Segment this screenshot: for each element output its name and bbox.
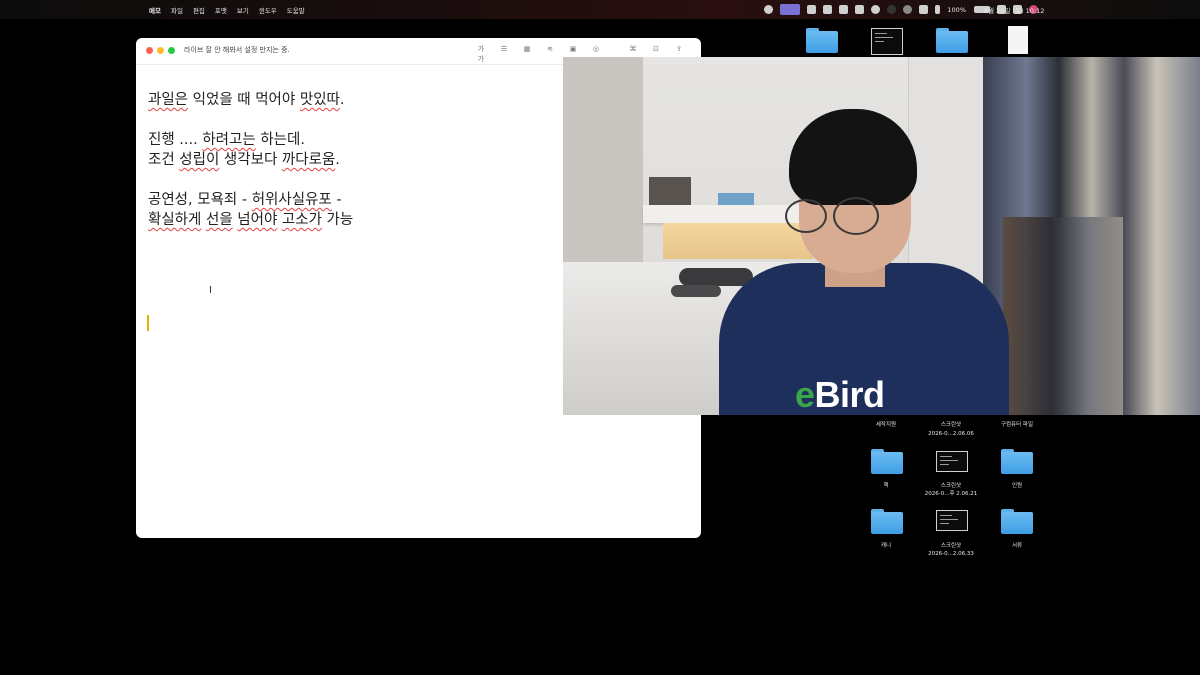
- bluetooth-icon[interactable]: [935, 5, 941, 14]
- menu-edit[interactable]: 편집: [193, 5, 205, 15]
- document-icon[interactable]: [1008, 26, 1028, 54]
- minimize-button[interactable]: [157, 47, 164, 54]
- collab-icon[interactable]: ◎: [591, 44, 601, 54]
- folder-icon[interactable]: [936, 28, 968, 53]
- menu-file[interactable]: 파일: [171, 5, 183, 15]
- notion-icon[interactable]: [823, 5, 833, 14]
- folder-icon[interactable]: [871, 449, 903, 474]
- menu-help[interactable]: 도움말: [287, 5, 305, 15]
- note-line-4: 공연성, 모욕죄 - 허위사실유포 -: [148, 192, 342, 208]
- keyboard-icon[interactable]: [919, 5, 929, 14]
- share-link-icon[interactable]: ⌘: [628, 44, 638, 54]
- screenshot-thumbnail-icon[interactable]: [871, 28, 903, 55]
- note-body[interactable]: 과일은 익었을 때 먹어야 맛있따. 진행 .... 하려고는 하는데. 조건 …: [148, 90, 353, 230]
- folder-icon[interactable]: [806, 28, 838, 53]
- battery-percent: 100%: [947, 5, 966, 14]
- media-icon[interactable]: ▣: [568, 44, 578, 54]
- table-icon[interactable]: ▦: [522, 44, 532, 54]
- audio-icon[interactable]: ≋: [545, 44, 555, 54]
- desktop-label[interactable]: 2026-0...2.06.33: [911, 550, 991, 558]
- font-format-button[interactable]: 가가: [476, 44, 486, 63]
- screenshot-thumbnail-icon[interactable]: [936, 510, 968, 531]
- ibeam-cursor-icon: I: [209, 285, 212, 296]
- moon-icon[interactable]: [903, 5, 913, 14]
- menu-view[interactable]: 보기: [237, 5, 249, 15]
- checklist-icon[interactable]: ☰: [499, 44, 509, 54]
- lock-icon[interactable]: ⊡: [651, 44, 661, 54]
- note-line-5: 확실하게 선을 넘어야 고소가 가능: [148, 212, 354, 228]
- close-button[interactable]: [146, 47, 153, 54]
- text-caret: [147, 315, 149, 331]
- desktop-label[interactable]: 서류: [977, 542, 1057, 550]
- notes-toolbar: 가가 ☰ ▦ ≋ ▣ ◎ ⌘ ⊡ ⇪: [476, 44, 697, 63]
- menu-bar: 메모 파일 편집 포맷 보기 윈도우 도움말 100% 8월 20일 (목) 1…: [0, 0, 1200, 19]
- cloud-icon[interactable]: [807, 5, 817, 14]
- desktop-label[interactable]: 2026-0...2.06.06: [911, 430, 991, 438]
- note-line-1-text: 과일은 익었을 때 먹어야 맛있따.: [148, 92, 345, 108]
- menu-clock[interactable]: 8월 20일 (목) 10:12: [984, 0, 1044, 19]
- menu-format[interactable]: 포맷: [215, 5, 227, 15]
- compass-icon[interactable]: [871, 5, 881, 14]
- note-line-1: 과일은 익었을 때 먹어야 맛있따.: [148, 90, 353, 110]
- menu-app-name[interactable]: 메모: [149, 5, 161, 15]
- screen-record-icon[interactable]: [780, 4, 801, 15]
- menu-bar-left: 메모 파일 편집 포맷 보기 윈도우 도움말: [139, 0, 315, 19]
- folder-icon[interactable]: [1001, 509, 1033, 534]
- pen-icon[interactable]: [855, 5, 865, 14]
- app-icon[interactable]: [839, 5, 849, 14]
- folder-icon[interactable]: [871, 509, 903, 534]
- share-icon[interactable]: ⇪: [674, 44, 684, 54]
- note-line-3: 조건 성립이 생각보다 까다로움.: [148, 152, 340, 168]
- screenshot-thumbnail-icon[interactable]: [936, 451, 968, 472]
- shirt-logo-text: eBird: [795, 374, 885, 415]
- focus-icon[interactable]: [887, 5, 897, 14]
- webcam-overlay: eBird: [563, 57, 1200, 415]
- note-title: 라이브 잘 안 해봐서 설정 만지는 중.: [184, 46, 290, 54]
- note-line-2: 진행 .... 하려고는 하는데.: [148, 132, 305, 148]
- zoom-button[interactable]: [168, 47, 175, 54]
- desktop-label[interactable]: 구컴퓨터 파일: [977, 421, 1057, 429]
- folder-icon[interactable]: [1001, 449, 1033, 474]
- desktop-label[interactable]: 2026-0...후 2.06.21: [911, 490, 991, 498]
- menu-window[interactable]: 윈도우: [259, 5, 277, 15]
- status-circle-icon[interactable]: [764, 5, 774, 14]
- desktop-label[interactable]: 인원: [977, 482, 1057, 490]
